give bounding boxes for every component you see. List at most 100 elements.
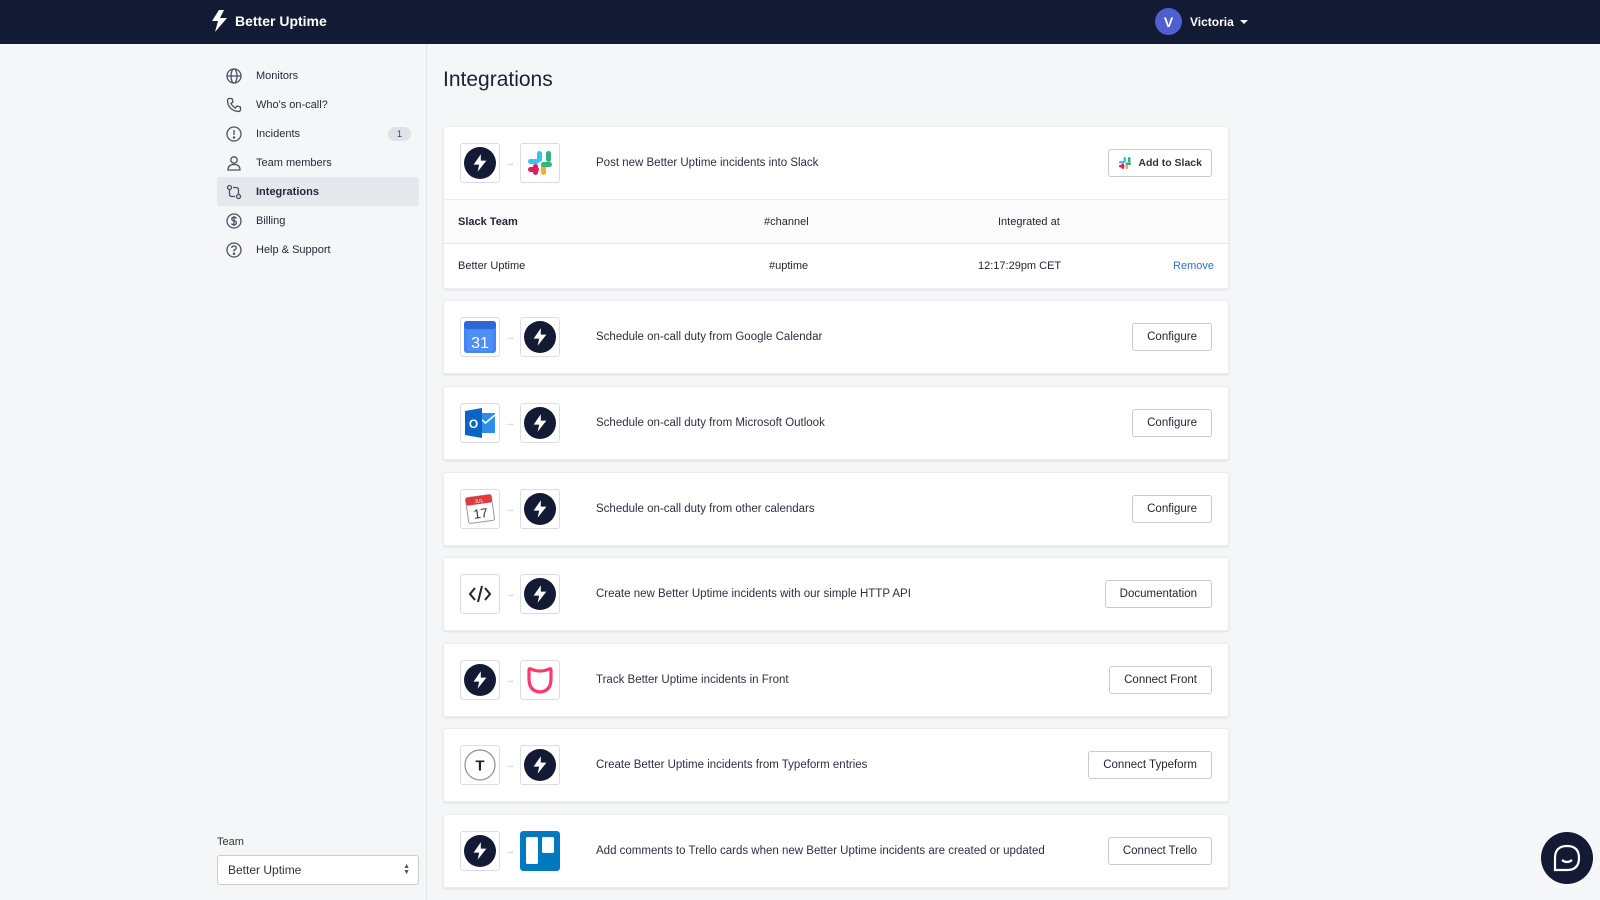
arrow-right-icon: → [504, 157, 516, 169]
team-select[interactable]: Better Uptime ▲ ▼ [217, 855, 419, 885]
svg-text:31: 31 [471, 335, 489, 352]
top-bar: Better Uptime V Victoria [0, 0, 1600, 44]
svg-text:17: 17 [472, 505, 488, 522]
integrations-icon [225, 183, 243, 201]
integration-logos: → [460, 574, 560, 614]
arrow-right-icon: → [504, 331, 516, 343]
integration-description: Schedule on-call duty from Microsoft Out… [596, 417, 825, 429]
add-to-slack-button[interactable]: Add to Slack [1108, 149, 1212, 177]
sidebar-item-billing[interactable]: Billing [217, 206, 419, 235]
sidebar-item-integrations[interactable]: Integrations [217, 177, 419, 206]
sidebar-item-incidents[interactable]: Incidents 1 [217, 119, 419, 148]
select-arrows-icon: ▲ ▼ [403, 863, 410, 876]
arrow-right-icon: → [504, 674, 516, 686]
front-icon [520, 660, 560, 700]
better-uptime-icon [460, 143, 500, 183]
arrow-right-icon: → [504, 417, 516, 429]
svg-text:O: O [469, 417, 478, 431]
integration-logos: T → [460, 745, 560, 785]
svg-text:T: T [475, 758, 484, 775]
integration-row: → Add comments to Trello cards when new … [444, 815, 1228, 887]
svg-text:JUL: JUL [474, 498, 484, 505]
better-uptime-logo-icon [212, 10, 227, 32]
chat-widget-button[interactable] [1541, 832, 1593, 884]
integration-logos: 31 → [460, 317, 560, 357]
integration-logos: O → [460, 403, 560, 443]
user-menu[interactable]: V Victoria [1155, 8, 1248, 35]
documentation-button[interactable]: Documentation [1104, 580, 1212, 608]
table-row: Better Uptime #uptime 12:17:29pm CET Rem… [444, 244, 1228, 288]
integration-card: → Track Better Uptime incidents in Front… [443, 643, 1229, 717]
brand-name: Better Uptime [235, 13, 327, 29]
slack-team-cell: Better Uptime [458, 260, 526, 272]
better-uptime-icon [520, 403, 560, 443]
sidebar-item-label: Who's on-call? [256, 98, 328, 111]
alert-circle-icon [225, 125, 243, 143]
help-icon [225, 241, 243, 259]
brand-logo[interactable]: Better Uptime [210, 10, 327, 32]
integration-description: Track Better Uptime incidents in Front [596, 674, 789, 686]
better-uptime-icon [460, 660, 500, 700]
integration-card: → Create new Better Uptime incidents wit… [443, 557, 1229, 631]
integration-logos: → [460, 660, 560, 700]
better-uptime-icon [520, 745, 560, 785]
integration-card: JUL 17 → Schedule on-call duty from othe… [443, 472, 1229, 546]
integration-description: Schedule on-call duty from other calenda… [596, 503, 815, 515]
integration-logos: → [460, 831, 560, 871]
integration-card: 31 → Schedule on-call duty from Google C… [443, 300, 1229, 374]
slack-integration-card: → Post new Better Uptime incidents into … [443, 126, 1229, 289]
better-uptime-icon [460, 831, 500, 871]
arrow-right-icon: → [504, 503, 516, 515]
table-header: Slack Team #channel Integrated at [444, 200, 1228, 244]
integration-row: → Post new Better Uptime incidents into … [444, 127, 1228, 199]
better-uptime-icon [520, 317, 560, 357]
integrated-at-cell: 12:17:29pm CET [978, 260, 1062, 272]
connect-typeform-button[interactable]: Connect Typeform [1088, 751, 1212, 779]
add-to-slack-label: Add to Slack [1138, 157, 1202, 169]
channel-cell: #uptime [769, 260, 809, 272]
integration-row: 31 → Schedule on-call duty from Google C… [444, 301, 1228, 373]
integration-row: O → Schedule on-call duty from Microsoft… [444, 387, 1228, 459]
better-uptime-icon [520, 489, 560, 529]
remove-link[interactable]: Remove [1173, 260, 1214, 272]
calendar-icon: JUL 17 [460, 489, 500, 529]
slack-table: Slack Team #channel Integrated at Better… [444, 199, 1228, 288]
connect-front-button[interactable]: Connect Front [1109, 666, 1212, 694]
integration-logos: → [460, 143, 560, 183]
arrow-right-icon: → [504, 845, 516, 857]
team-label: Team [217, 836, 244, 848]
configure-button[interactable]: Configure [1132, 409, 1212, 437]
integration-row: JUL 17 → Schedule on-call duty from othe… [444, 473, 1228, 545]
sidebar-item-label: Help & Support [256, 243, 331, 256]
column-header-integrated-at: Integrated at [998, 216, 1060, 228]
sidebar-item-whos-on-call[interactable]: Who's on-call? [217, 90, 419, 119]
column-header-slack-team: Slack Team [458, 216, 518, 228]
google-calendar-icon: 31 [460, 317, 500, 357]
configure-button[interactable]: Configure [1132, 323, 1212, 351]
sidebar-item-label: Integrations [256, 185, 319, 198]
globe-icon [225, 67, 243, 85]
arrow-right-icon: → [504, 759, 516, 771]
integration-row: T → Create Better Uptime incidents from … [444, 729, 1228, 801]
integration-description: Create Better Uptime incidents from Type… [596, 759, 868, 771]
sidebar-item-team-members[interactable]: Team members [217, 148, 419, 177]
avatar: V [1155, 8, 1182, 35]
team-select-value: Better Uptime [228, 863, 302, 877]
configure-button[interactable]: Configure [1132, 495, 1212, 523]
sidebar-item-label: Incidents [256, 127, 301, 140]
sidebar: Monitors Who's on-call? Incidents 1 Team… [0, 44, 427, 900]
sidebar-item-label: Monitors [256, 69, 299, 82]
outlook-icon: O [460, 403, 500, 443]
dollar-icon [225, 212, 243, 230]
sidebar-item-help-support[interactable]: Help & Support [217, 235, 419, 264]
caret-down-icon [1239, 19, 1248, 24]
typeform-icon: T [460, 745, 500, 785]
integration-card: → Add comments to Trello cards when new … [443, 814, 1229, 888]
integration-row: → Create new Better Uptime incidents wit… [444, 558, 1228, 630]
sidebar-item-monitors[interactable]: Monitors [217, 61, 419, 90]
connect-trello-button[interactable]: Connect Trello [1107, 837, 1212, 865]
sidebar-item-label: Team members [256, 156, 332, 169]
better-uptime-icon [520, 574, 560, 614]
integration-row: → Track Better Uptime incidents in Front… [444, 644, 1228, 716]
integration-card: T → Create Better Uptime incidents from … [443, 728, 1229, 802]
